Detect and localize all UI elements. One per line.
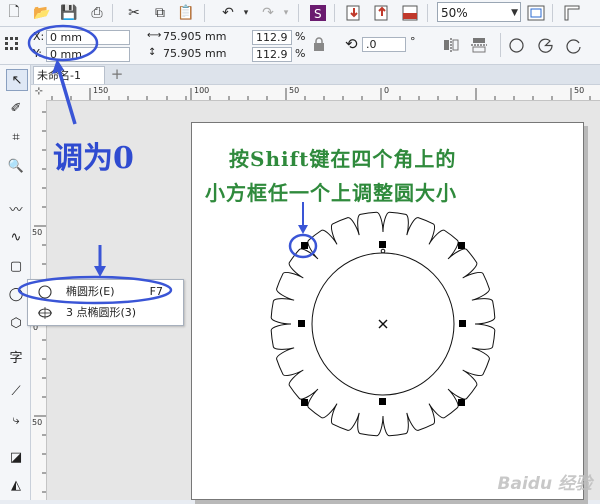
baidu-watermark: Baidu 经验: [497, 474, 592, 494]
ellipse-menu-highlight-ring: [17, 275, 173, 305]
flyout-highlight-overlay: [17, 275, 173, 305]
